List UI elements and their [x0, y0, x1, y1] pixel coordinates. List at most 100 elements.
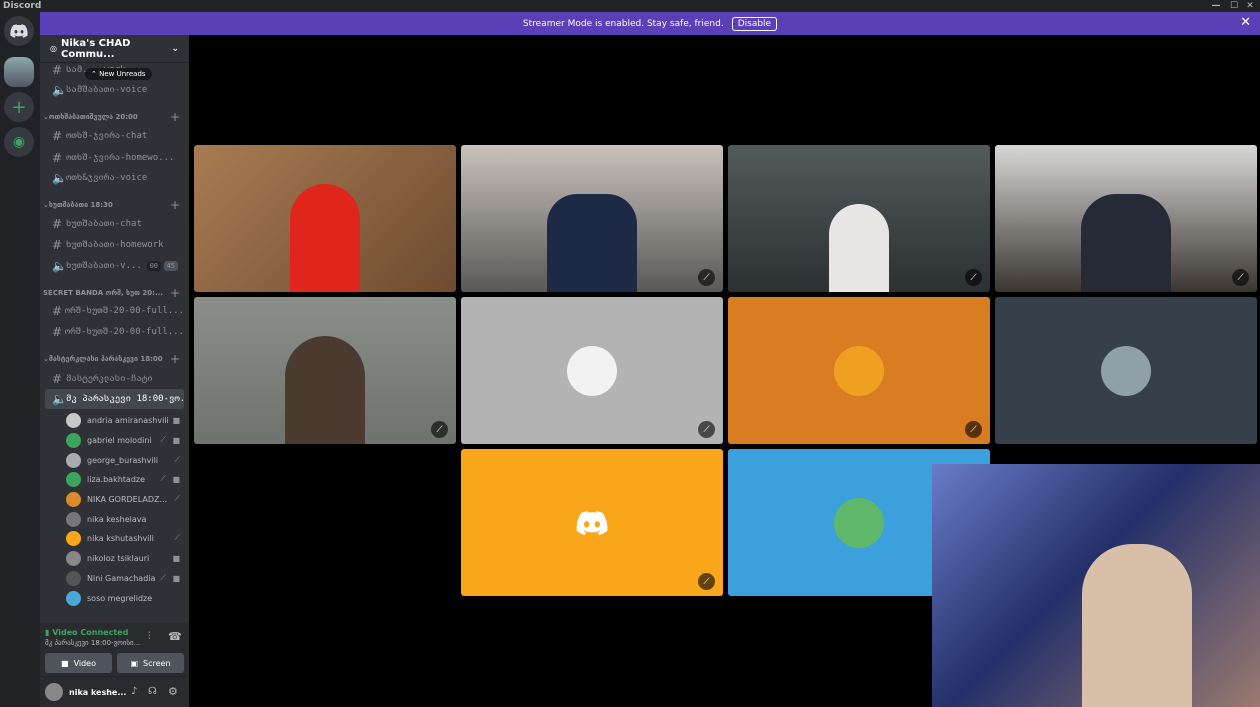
avatar	[66, 452, 81, 468]
video-tile[interactable]: ⟋	[461, 145, 723, 292]
video-button[interactable]: ■ Video	[45, 653, 112, 673]
mic-muted-icon: ⟋	[698, 421, 715, 438]
mic-muted-icon: ⟋	[1232, 269, 1249, 286]
avatar	[66, 412, 81, 428]
gear-icon[interactable]: ⚙	[168, 685, 178, 698]
voice-user[interactable]: NIKA GORDELADZ... ⟋	[66, 490, 184, 508]
screen-share-button[interactable]: ▣ Screen	[117, 653, 184, 673]
channel-c1c[interactable]: 🔈 ოთხ&ჯვირა-voice	[45, 168, 184, 188]
close-window-icon[interactable]: ✕	[1242, 0, 1258, 12]
channel-c3a[interactable]: # ორშ-ხუთშ-20-00-full...	[45, 301, 184, 321]
avatar	[834, 345, 884, 396]
voice-user[interactable]: george_burashvili ⟋	[66, 451, 184, 469]
video-tile[interactable]: ⟋	[995, 145, 1257, 292]
add-channel-icon[interactable]: +	[170, 352, 180, 366]
headphones-icon[interactable]: ☊	[148, 686, 157, 697]
channel-c2b[interactable]: # ხუთშაბათი-homework	[45, 235, 184, 255]
avatar	[66, 590, 81, 606]
channel-c4b-active[interactable]: 🔈 მკ პარასკევი 18:00-ვო...	[45, 389, 184, 409]
add-channel-icon[interactable]: +	[170, 110, 180, 124]
video-tile[interactable]: ⟋	[728, 297, 990, 444]
add-channel-icon[interactable]: +	[170, 198, 180, 212]
app-title-bar: Discord — ☐ ✕	[0, 0, 1260, 12]
mic-muted-icon: ⟋	[160, 435, 166, 444]
participant-video	[547, 193, 637, 292]
channel-c2c[interactable]: 🔈 ხუთშაბათი-v... 00 45	[45, 256, 184, 276]
voice-user[interactable]: andria amiranashvili ■	[66, 411, 184, 429]
user-name[interactable]: nika keshe...	[69, 688, 126, 697]
avatar	[66, 530, 81, 546]
category-4[interactable]: ⌄ მასტერკლასი პარასკევი 18:00 +	[43, 352, 184, 366]
channel-c1b[interactable]: # ოთხშ-ჯვირა-homewo...	[45, 148, 184, 168]
video-tile[interactable]: ⟋	[728, 145, 990, 292]
category-1[interactable]: ⌄ ოთხშაბათიშვულა 20:00 +	[43, 110, 184, 124]
mic-muted-icon: ⟋	[160, 573, 166, 582]
camera-icon: ■	[172, 435, 180, 445]
video-tile[interactable]: ⟋	[461, 297, 723, 444]
add-channel-icon[interactable]: +	[170, 286, 180, 300]
hash-icon: #	[52, 217, 63, 231]
participant-video	[1082, 544, 1192, 707]
mic-muted-icon: ⟋	[965, 269, 982, 286]
voice-user[interactable]: nikoloz tsiklauri ■	[66, 549, 184, 567]
new-unreads-pill[interactable]: ⌃ New Unreads	[85, 68, 152, 80]
minimize-icon[interactable]: —	[1208, 0, 1224, 12]
hash-icon: #	[52, 63, 63, 77]
speaker-icon: 🔈	[52, 259, 67, 273]
home-discord-icon[interactable]	[4, 16, 34, 46]
mic-muted-icon: ⟋	[431, 421, 448, 438]
voice-user[interactable]: soso megrelidze	[66, 589, 184, 607]
voice-channel-name[interactable]: მკ პარასკევი 18:00-ვოისი...	[45, 639, 140, 647]
voice-user[interactable]: nika kshutashvili ⟋	[66, 529, 184, 547]
camera-icon: ■	[172, 553, 180, 563]
avatar	[567, 345, 617, 396]
avatar	[1101, 345, 1151, 396]
avatar	[66, 511, 81, 527]
voice-status[interactable]: ▮ Video Connected	[45, 628, 128, 637]
mic-muted-icon: ⟋	[160, 474, 166, 483]
disable-button[interactable]: Disable	[731, 16, 778, 31]
mic-muted-icon: ⟋	[698, 269, 715, 286]
add-server-icon[interactable]: +	[4, 92, 34, 122]
video-tile[interactable]	[194, 145, 456, 292]
avatar	[66, 550, 81, 566]
discord-logo-icon	[576, 510, 608, 535]
channel-voice-top[interactable]: 🔈 სამშაბათი-voice	[45, 80, 184, 100]
category-2[interactable]: ⌄ ხუთშაბათი 18:30 +	[43, 198, 184, 212]
avatar	[66, 570, 81, 586]
mic-muted-icon: ⟋	[174, 533, 180, 542]
channel-c1a[interactable]: # ოთხშ-ჯვირა-chat	[45, 126, 184, 146]
mic-muted-icon: ⟋	[174, 455, 180, 464]
noise-suppression-icon[interactable]: ⫶	[148, 631, 151, 642]
chevron-down-icon: ⌄	[171, 43, 179, 54]
camera-icon: ■	[61, 658, 69, 668]
self-video-preview[interactable]	[932, 464, 1260, 707]
channel-c3b[interactable]: # ორშ-ხუთშ-20-00-full...	[45, 322, 184, 342]
video-tile[interactable]: ⟋	[461, 449, 723, 596]
channel-c4a[interactable]: # მასტერკლასი-ჩატი	[45, 369, 184, 389]
screen-icon: ▣	[130, 658, 139, 668]
participant-video	[829, 203, 889, 292]
voice-user[interactable]: liza.bakhtadze ⟋ ■	[66, 470, 184, 488]
mic-muted-icon: ⟋	[174, 494, 180, 503]
video-tile[interactable]: ⟋	[194, 297, 456, 444]
close-banner-icon[interactable]: ✕	[1240, 15, 1251, 30]
voice-user[interactable]: nika keshelava	[66, 510, 184, 528]
maximize-icon[interactable]: ☐	[1226, 0, 1242, 12]
channel-c2a[interactable]: # ხუთშაბათი-chat	[45, 214, 184, 234]
video-tile[interactable]	[995, 297, 1257, 444]
avatar[interactable]	[45, 683, 63, 701]
hash-icon: #	[52, 129, 63, 143]
voice-user[interactable]: gabriel molodini ⟋ ■	[66, 431, 184, 449]
app-title: Discord	[3, 1, 42, 11]
avatar	[834, 497, 884, 548]
server-header[interactable]: ◎ Nika's CHAD Commu... ⌄	[40, 35, 189, 63]
microphone-icon[interactable]: ♪	[131, 686, 137, 697]
voice-user[interactable]: Nini Gamachadia ⟋ ■	[66, 569, 184, 587]
user-limit-badge: 45	[163, 261, 178, 271]
explore-compass-icon[interactable]: ◉	[4, 127, 34, 157]
server-avatar-icon[interactable]	[4, 57, 34, 87]
speaker-icon: 🔈	[52, 171, 67, 185]
category-3[interactable]: SECRET BANDA ორშ, ხუთ 20:... +	[43, 286, 184, 300]
disconnect-icon[interactable]: ☎	[168, 630, 182, 643]
